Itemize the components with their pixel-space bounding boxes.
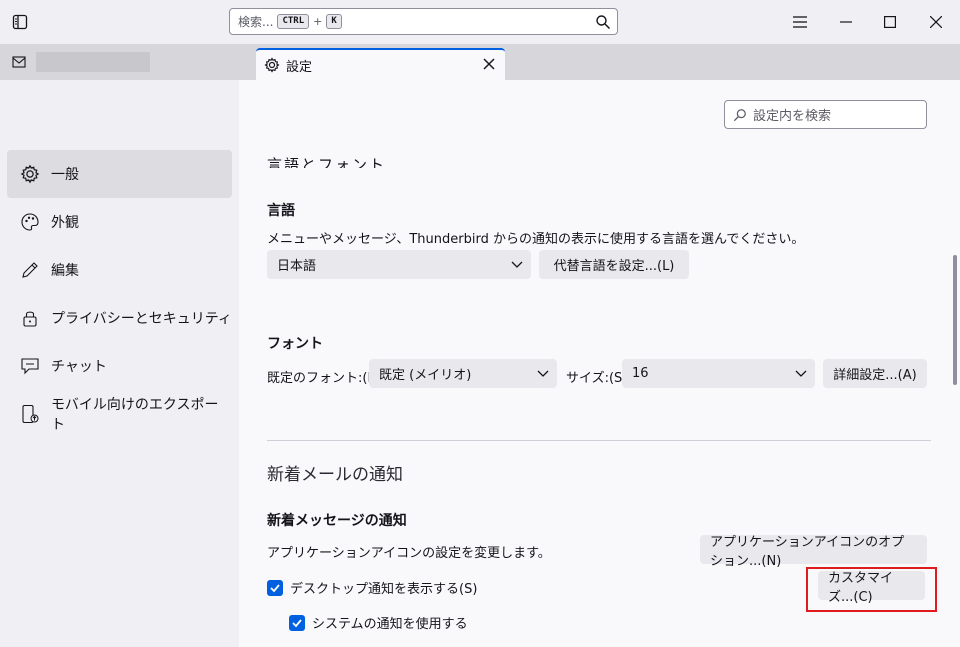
maximize-button[interactable] <box>878 10 902 34</box>
sidebar-item-label: プライバシーとセキュリティ <box>51 311 232 327</box>
search-placeholder: 検索... <box>238 15 274 29</box>
gear-icon <box>19 163 41 185</box>
app-menu-button[interactable] <box>788 10 812 34</box>
chevron-down-icon <box>537 370 549 377</box>
tab-settings[interactable]: 設定 <box>256 48 505 80</box>
font-size-label: サイズ:(S) <box>566 371 628 386</box>
sidebar-item-chat[interactable]: チャット <box>7 342 232 390</box>
language-select-value: 日本語 <box>277 259 317 274</box>
mail-folder-icon <box>12 56 26 68</box>
settings-search-input[interactable]: 設定内を検索 <box>724 100 927 129</box>
sidebar-item-label: 編集 <box>51 263 79 279</box>
new-mail-alerts-title: 新着メールの通知 <box>267 465 403 485</box>
close-window-button[interactable] <box>924 10 948 34</box>
language-heading: 言語 <box>267 203 295 219</box>
search-icon <box>596 15 611 30</box>
title-bar: 検索... CTRL + K <box>0 0 960 44</box>
default-font-label: 既定のフォント:(D) <box>267 371 383 386</box>
close-tab-icon[interactable] <box>481 56 497 72</box>
language-select[interactable]: 日本語 <box>267 250 531 279</box>
global-search-input[interactable]: 検索... CTRL + K <box>229 8 618 35</box>
sidebar-item-compose[interactable]: 編集 <box>7 246 232 294</box>
chevron-down-icon <box>795 370 807 377</box>
font-size-value: 16 <box>632 366 649 381</box>
sidebar-item-label: チャット <box>51 359 107 375</box>
redacted-tab-title <box>36 52 150 72</box>
tab-mail[interactable] <box>0 44 245 80</box>
sidebar-item-label: 外観 <box>51 215 79 231</box>
checkbox-checked-icon <box>267 579 283 596</box>
close-icon <box>930 16 942 28</box>
hamburger-menu-icon <box>793 16 807 28</box>
sidebar-item-label: モバイル向けのエクスポート <box>50 397 219 433</box>
desktop-notification-checkbox[interactable]: デスクトップ通知を表示する(S) <box>267 578 477 597</box>
default-font-value: 既定 (メイリオ) <box>379 368 472 383</box>
advanced-font-button[interactable]: 詳細設定...(A) <box>823 359 927 388</box>
chevron-down-icon <box>511 261 523 268</box>
sidebar-toggle-button[interactable] <box>10 12 30 32</box>
settings-content: 設定内を検索 言語とフォント 言語 メニューやメッセージ、Thunderbird… <box>239 80 960 647</box>
search-icon <box>733 108 746 121</box>
settings-sidebar: 一般 外観 編集 プライバシーとセキュリティ チャット モバイル向けのエクスポー… <box>0 80 239 647</box>
system-notification-checkbox[interactable]: システムの通知を使用する <box>289 613 468 632</box>
minimize-icon <box>840 21 852 23</box>
tab-settings-label: 設定 <box>286 59 313 75</box>
font-size-select[interactable]: 16 <box>622 359 815 388</box>
section-heading-language-font: 言語とフォント <box>267 156 387 168</box>
sidebar-item-mobile-export[interactable]: モバイル向けのエクスポート <box>7 390 232 438</box>
font-heading: フォント <box>267 336 323 352</box>
pencil-icon <box>19 259 41 281</box>
desktop-notification-label: デスクトップ通知を表示する(S) <box>290 582 478 597</box>
default-font-select[interactable]: 既定 (メイリオ) <box>369 359 557 388</box>
app-icon-options-button[interactable]: アプリケーションアイコンのオプション...(N) <box>700 535 927 569</box>
language-description: メニューやメッセージ、Thunderbird からの通知の表示に使用する言語を選… <box>267 232 805 247</box>
sidebar-item-privacy[interactable]: プライバシーとセキュリティ <box>7 294 232 342</box>
sidebar-item-general[interactable]: 一般 <box>7 150 232 198</box>
customize-highlight-box <box>806 567 937 612</box>
maximize-icon <box>884 16 896 28</box>
k-key-hint: K <box>326 14 342 29</box>
sidebar-item-label: 一般 <box>51 167 79 183</box>
tab-strip: 設定 <box>0 44 960 80</box>
palette-icon <box>19 211 41 233</box>
system-notification-label: システムの通知を使用する <box>312 617 468 632</box>
content-scrollbar[interactable] <box>953 255 957 385</box>
minimize-button[interactable] <box>834 10 858 34</box>
mobile-export-icon <box>19 403 41 425</box>
gear-icon <box>264 57 280 73</box>
plus-sign: + <box>313 15 323 28</box>
sidebar-icon <box>12 14 28 30</box>
sidebar-item-appearance[interactable]: 外観 <box>7 198 232 246</box>
alternative-language-button[interactable]: 代替言語を設定...(L) <box>539 250 689 279</box>
chat-icon <box>19 355 41 377</box>
lock-icon <box>19 307 41 329</box>
new-message-notification-heading: 新着メッセージの通知 <box>267 513 407 529</box>
checkbox-checked-icon <box>289 614 305 631</box>
settings-search-placeholder: 設定内を検索 <box>753 109 832 124</box>
section-divider <box>267 440 931 441</box>
app-icon-description: アプリケーションアイコンの設定を変更します。 <box>267 546 551 561</box>
ctrl-key-hint: CTRL <box>277 14 310 29</box>
